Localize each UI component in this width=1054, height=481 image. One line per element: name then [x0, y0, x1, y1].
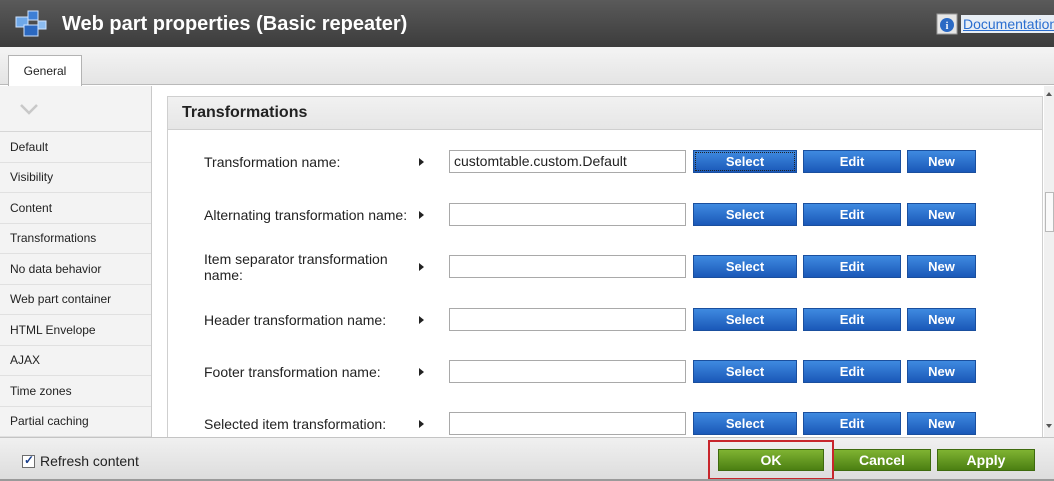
apply-button[interactable]: Apply	[937, 449, 1035, 471]
sidebar-item-no-data-behavior[interactable]: No data behavior	[0, 254, 151, 285]
caret-right-icon	[419, 158, 424, 166]
field-label: Header transformation name:	[204, 312, 387, 328]
sidebar-item-web-part-container[interactable]: Web part container	[0, 285, 151, 315]
sidebar-item-content[interactable]: Content	[0, 193, 151, 224]
dialog-footer: Refresh content OK Cancel Apply	[0, 437, 1054, 481]
svg-text:i: i	[946, 21, 949, 32]
sidebar-collapse[interactable]	[0, 86, 151, 132]
title-bar: Web part properties (Basic repeater) i D…	[0, 0, 1054, 47]
tab-strip: General	[0, 47, 1054, 86]
new-button[interactable]: New	[907, 150, 976, 173]
section-title: Transformations	[168, 97, 1042, 130]
new-button[interactable]: New	[907, 360, 976, 383]
sidebar-item-default[interactable]: Default	[0, 132, 151, 163]
new-button[interactable]: New	[907, 255, 976, 278]
edit-button[interactable]: Edit	[803, 150, 901, 173]
select-button[interactable]: Select	[693, 308, 797, 331]
field-label: Transformation name:	[204, 154, 341, 170]
edit-button[interactable]: Edit	[803, 308, 901, 331]
caret-right-icon	[419, 211, 424, 219]
form-row: Transformation name: customtable.custom.…	[168, 142, 1044, 182]
alternating-transformation-input[interactable]	[449, 203, 686, 226]
edit-button[interactable]: Edit	[803, 360, 901, 383]
form-row: Item separator transformation name: Sele…	[168, 247, 1044, 287]
checkbox-checked-icon[interactable]	[22, 453, 35, 468]
cancel-button[interactable]: Cancel	[833, 449, 931, 471]
documentation-link[interactable]: i Documentation	[936, 13, 1054, 35]
caret-right-icon	[419, 263, 424, 271]
new-button[interactable]: New	[907, 412, 976, 435]
field-label: Footer transformation name:	[204, 364, 381, 380]
sidebar-item-time-zones[interactable]: Time zones	[0, 376, 151, 407]
scroll-thumb[interactable]	[1045, 192, 1054, 232]
chevron-down-icon[interactable]	[20, 103, 38, 115]
refresh-content-label: Refresh content	[40, 453, 139, 469]
select-button[interactable]: Select	[693, 150, 797, 173]
dialog-title: Web part properties (Basic repeater)	[62, 13, 408, 35]
caret-right-icon	[419, 420, 424, 428]
form-row: Footer transformation name: Select Edit …	[168, 352, 1044, 392]
edit-button[interactable]: Edit	[803, 203, 901, 226]
vertical-scrollbar[interactable]	[1044, 86, 1054, 437]
footer-transformation-input[interactable]	[449, 360, 686, 383]
select-button[interactable]: Select	[693, 203, 797, 226]
scroll-up-arrow-icon[interactable]	[1046, 92, 1052, 96]
scroll-down-arrow-icon[interactable]	[1046, 424, 1052, 428]
form-row: Header transformation name: Select Edit …	[168, 300, 1044, 340]
field-label: Item separator transformation name:	[204, 251, 388, 283]
ok-button-highlight	[708, 440, 834, 480]
sidebar-item-partial-caching[interactable]: Partial caching	[0, 407, 151, 437]
transformation-name-input[interactable]: customtable.custom.Default	[449, 150, 686, 173]
select-button[interactable]: Select	[693, 255, 797, 278]
field-label: Selected item transformation:	[204, 416, 387, 432]
info-icon: i	[936, 13, 958, 35]
sidebar-item-ajax[interactable]: AJAX	[0, 346, 151, 376]
refresh-content-checkbox[interactable]: Refresh content	[22, 453, 139, 469]
caret-right-icon	[419, 368, 424, 376]
item-separator-transformation-input[interactable]	[449, 255, 686, 278]
properties-content: Transformations Transformation name: cus…	[153, 86, 1044, 437]
web-part-properties-dialog: Web part properties (Basic repeater) i D…	[0, 0, 1054, 481]
select-button[interactable]: Select	[693, 360, 797, 383]
sidebar-item-html-envelope[interactable]: HTML Envelope	[0, 315, 151, 346]
field-label: Alternating transformation name:	[204, 207, 408, 223]
edit-button[interactable]: Edit	[803, 412, 901, 435]
selected-item-transformation-input[interactable]	[449, 412, 686, 435]
select-button[interactable]: Select	[693, 412, 797, 435]
sidebar-item-visibility[interactable]: Visibility	[0, 163, 151, 193]
edit-button[interactable]: Edit	[803, 255, 901, 278]
new-button[interactable]: New	[907, 308, 976, 331]
form-row: Selected item transformation: Select Edi…	[168, 404, 1044, 437]
documentation-label[interactable]: Documentation	[961, 15, 1054, 33]
web-part-icon	[15, 10, 47, 37]
tab-general[interactable]: General	[8, 55, 82, 86]
new-button[interactable]: New	[907, 203, 976, 226]
header-transformation-input[interactable]	[449, 308, 686, 331]
sidebar: Default Visibility Content Transformatio…	[0, 86, 152, 437]
transformations-panel: Transformations Transformation name: cus…	[167, 96, 1043, 437]
form-row: Alternating transformation name: Select …	[168, 195, 1044, 235]
caret-right-icon	[419, 316, 424, 324]
sidebar-item-transformations[interactable]: Transformations	[0, 224, 151, 254]
